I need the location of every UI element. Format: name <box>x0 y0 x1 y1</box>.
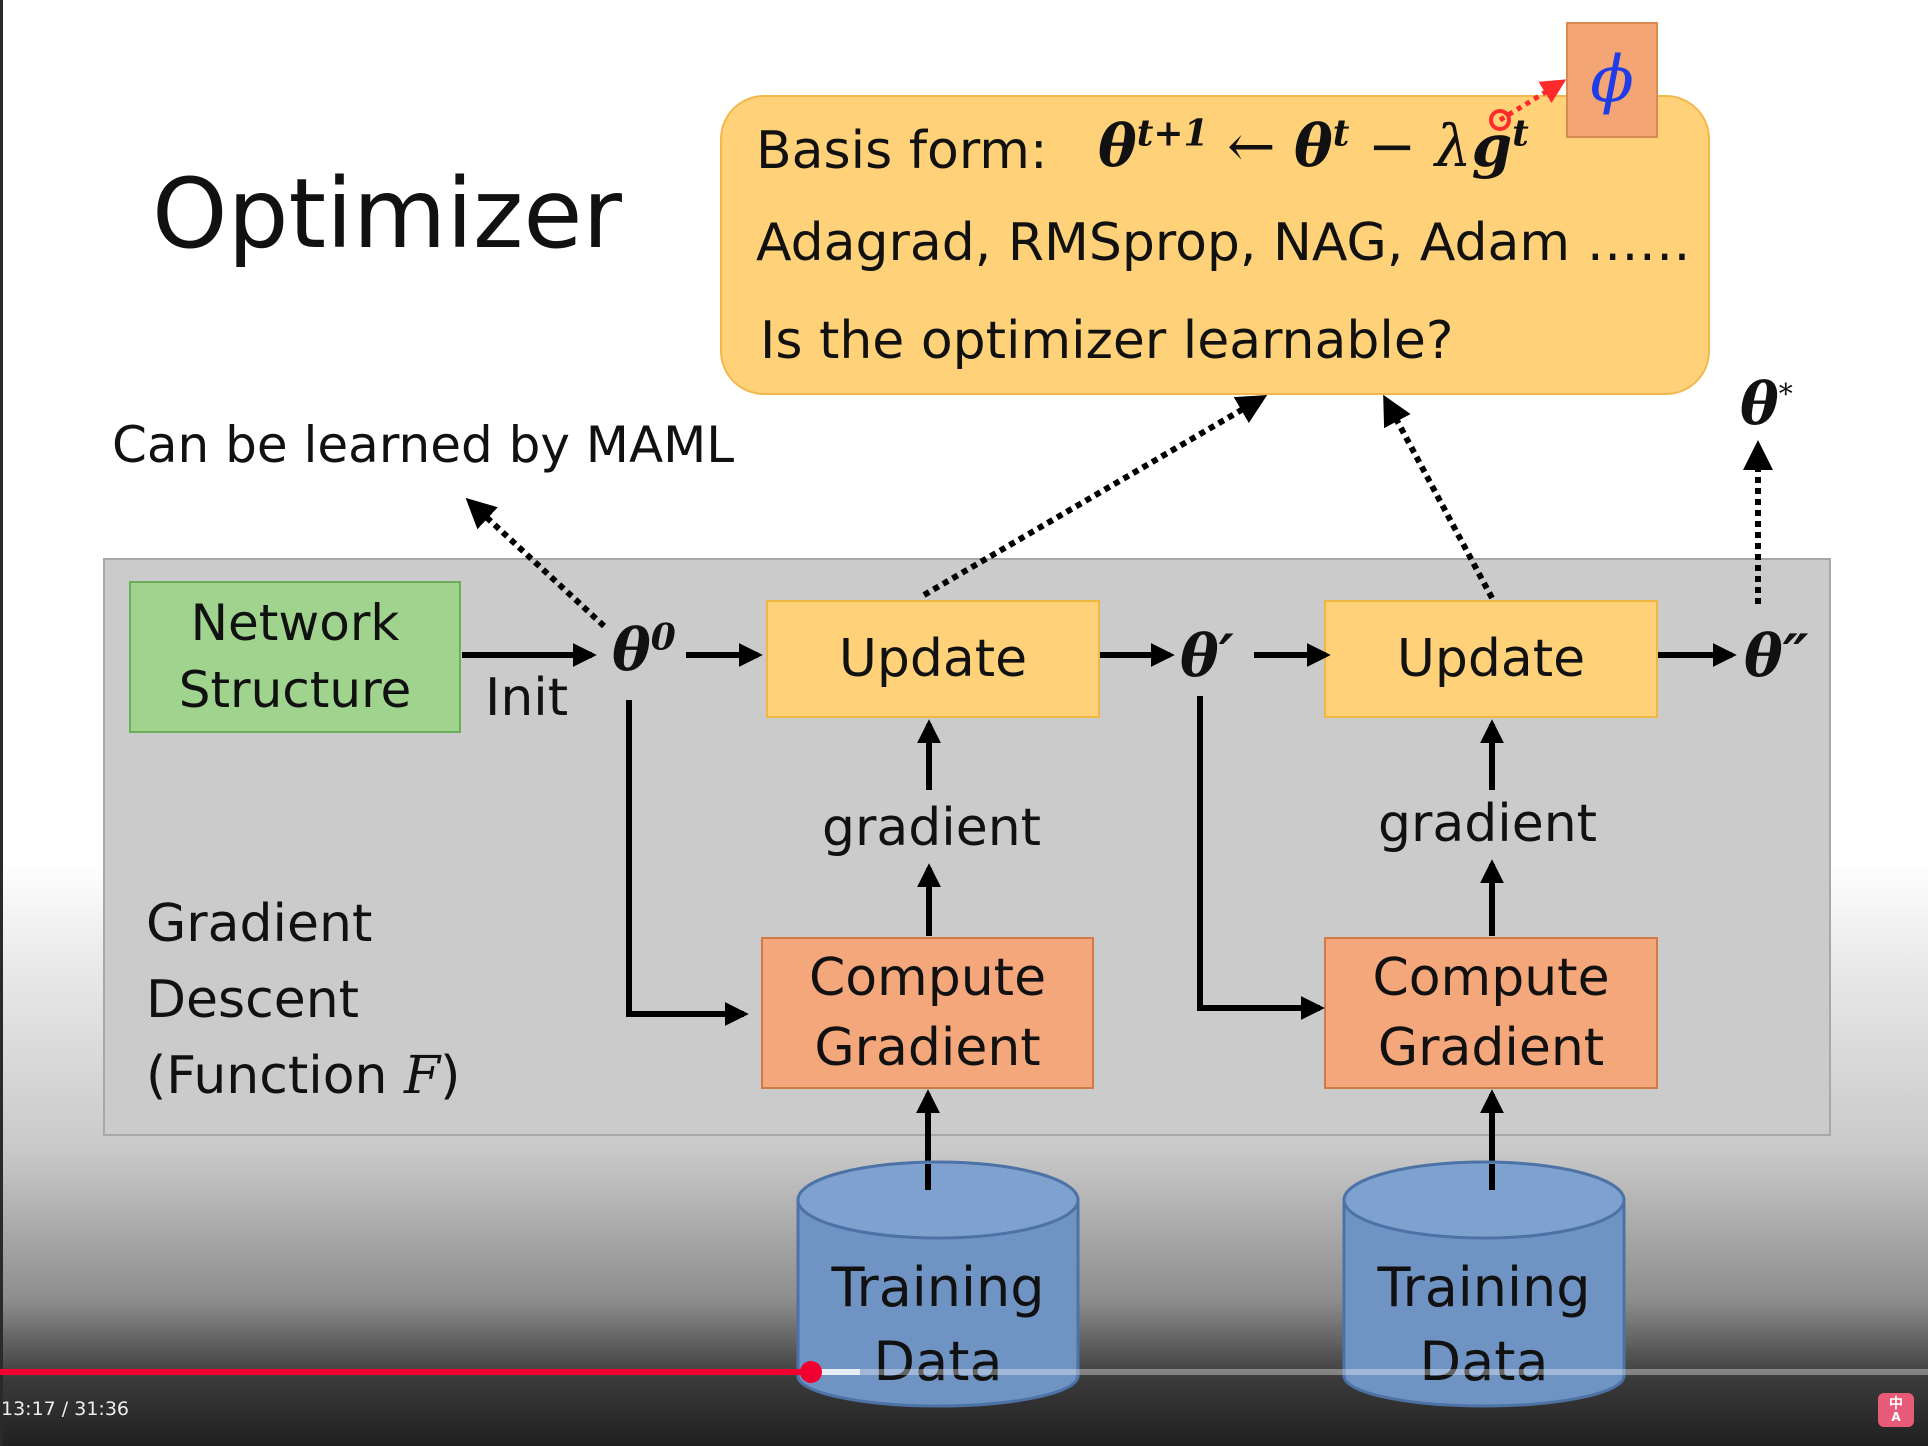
video-progress-bar[interactable] <box>0 1361 1928 1383</box>
progress-played <box>0 1369 811 1375</box>
video-frame[interactable]: Optimizer Basis form: θt+1 ← θt − λgt Ad… <box>0 0 1928 1446</box>
theta1-to-compute-arrow <box>1197 696 1325 1020</box>
translate-subtitles-icon[interactable]: 中A <box>1878 1393 1914 1427</box>
time-display: 13:17 / 31:36 <box>1 1398 129 1420</box>
update2-dotted-arrow <box>1383 394 1495 600</box>
maml-dotted-arrow <box>465 497 607 629</box>
diagram-arrows <box>462 79 1773 1408</box>
theta0-to-compute-arrow <box>626 700 749 1026</box>
training-data-label-2: Training Data <box>1377 1256 1591 1393</box>
training-data-label-1: Training Data <box>831 1256 1045 1393</box>
progress-scrubber-handle[interactable] <box>799 1361 822 1383</box>
update1-dotted-arrow <box>922 394 1268 598</box>
